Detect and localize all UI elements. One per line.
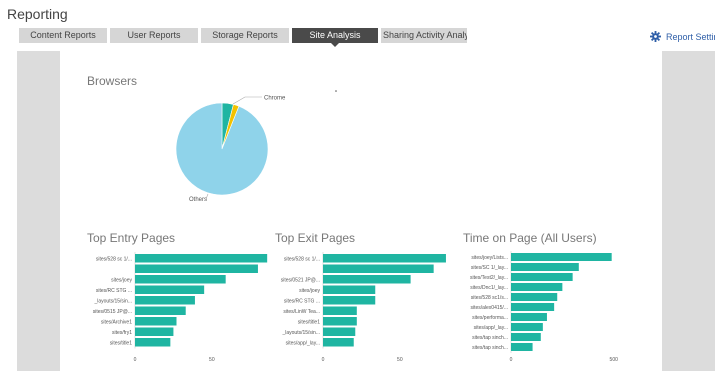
exit-pages-bar-chart: sites/528 sc 1/... sites/0521 JP@... sites…	[281, 252, 446, 363]
entry-bar	[135, 306, 186, 315]
time-bar	[511, 283, 563, 291]
entry-bar	[135, 327, 174, 336]
time-category-label: sites/alex0415/...	[470, 305, 508, 311]
entry-category-label: sites/fry1	[112, 330, 132, 336]
exit-bar	[323, 338, 354, 347]
exit-category-label: sites/RC STG ...	[284, 298, 320, 304]
time-category-label: sites/Test2/_lay...	[470, 275, 508, 281]
time-bar	[511, 323, 543, 331]
entry-pages-bar-chart: sites/528 sc 1/... sites/joey sites/RC STG…	[93, 252, 268, 363]
time-category-label: sites/Dnc1/_lay...	[470, 285, 508, 291]
time-category-label: sites/tap sinch...	[472, 345, 508, 351]
entry-bar	[135, 338, 171, 347]
entry-category-label: _layouts/15/sin...	[93, 298, 132, 304]
pie-label-others: Others	[189, 197, 207, 203]
time-category-label: sites/performa...	[472, 315, 508, 321]
exit-category-label: sites/LinW Tea...	[283, 309, 320, 315]
exit-category-label: sites/title1	[298, 319, 320, 325]
exit-category-label: sites/528 sc 1/...	[284, 256, 320, 262]
time-category-label: sites/joey/Lists...	[471, 255, 508, 261]
time-bar	[511, 333, 541, 341]
exit-tick-label: 0	[322, 357, 325, 363]
entry-category-label: sites/RC STG ...	[96, 288, 132, 294]
time-bar	[511, 313, 547, 321]
entry-bar	[135, 275, 226, 284]
time-category-label: sites/528 sc1/s...	[471, 295, 508, 301]
time-bar	[511, 293, 558, 301]
chrome-leader-line	[232, 96, 262, 105]
entry-category-label: sites/Archive1	[101, 319, 132, 325]
time-tick-label: 500	[610, 357, 619, 363]
time-bar	[511, 343, 533, 351]
exit-bar	[323, 296, 376, 305]
exit-category-label: sites/joey	[299, 288, 320, 294]
entry-bar	[135, 264, 258, 273]
exit-bar	[323, 306, 357, 315]
time-bar	[511, 273, 573, 281]
exit-bar	[323, 327, 356, 336]
stray-dot	[335, 90, 337, 92]
time-bar	[511, 263, 579, 271]
time-category-label: sites/app/_lay...	[474, 325, 508, 331]
entry-category-label: sites/joey	[111, 277, 132, 283]
entry-category-label: sites/528 sc 1/...	[96, 256, 132, 262]
exit-category-label: sites/app/_lay...	[286, 340, 320, 346]
entry-tick-label: 50	[209, 357, 215, 363]
pie-slice-others	[175, 102, 269, 196]
exit-bar	[323, 254, 446, 263]
exit-category-label: _layouts/15/sin...	[281, 330, 320, 336]
exit-bar	[323, 285, 376, 294]
exit-bar	[323, 317, 357, 326]
charts-canvas: Chrome Others sites/528 sc 1/... sites/joe…	[93, 90, 618, 363]
entry-bar	[135, 285, 205, 294]
entry-category-label: sites/title1	[110, 340, 132, 346]
browsers-pie-chart: Chrome Others	[175, 96, 286, 203]
time-category-label: sites/SC 1/_lay...	[471, 265, 508, 271]
exit-bar	[323, 275, 411, 284]
exit-tick-label: 50	[397, 357, 403, 363]
time-tick-label: 0	[510, 357, 513, 363]
exit-bar	[323, 264, 434, 273]
entry-tick-label: 0	[134, 357, 137, 363]
pie-label-chrome: Chrome	[264, 96, 286, 102]
time-category-label: sites/tap sinch...	[472, 335, 508, 341]
entry-bar	[135, 317, 177, 326]
time-on-page-bar-chart: sites/joey/Lists... sites/SC 1/_lay...sit…	[470, 251, 618, 363]
entry-bar	[135, 296, 195, 305]
exit-category-label: sites/0521 JP@...	[281, 277, 320, 283]
time-bar	[511, 253, 612, 261]
entry-category-label: sites/0515 JP@...	[93, 309, 132, 315]
time-bar	[511, 303, 555, 311]
entry-bar	[135, 254, 268, 263]
